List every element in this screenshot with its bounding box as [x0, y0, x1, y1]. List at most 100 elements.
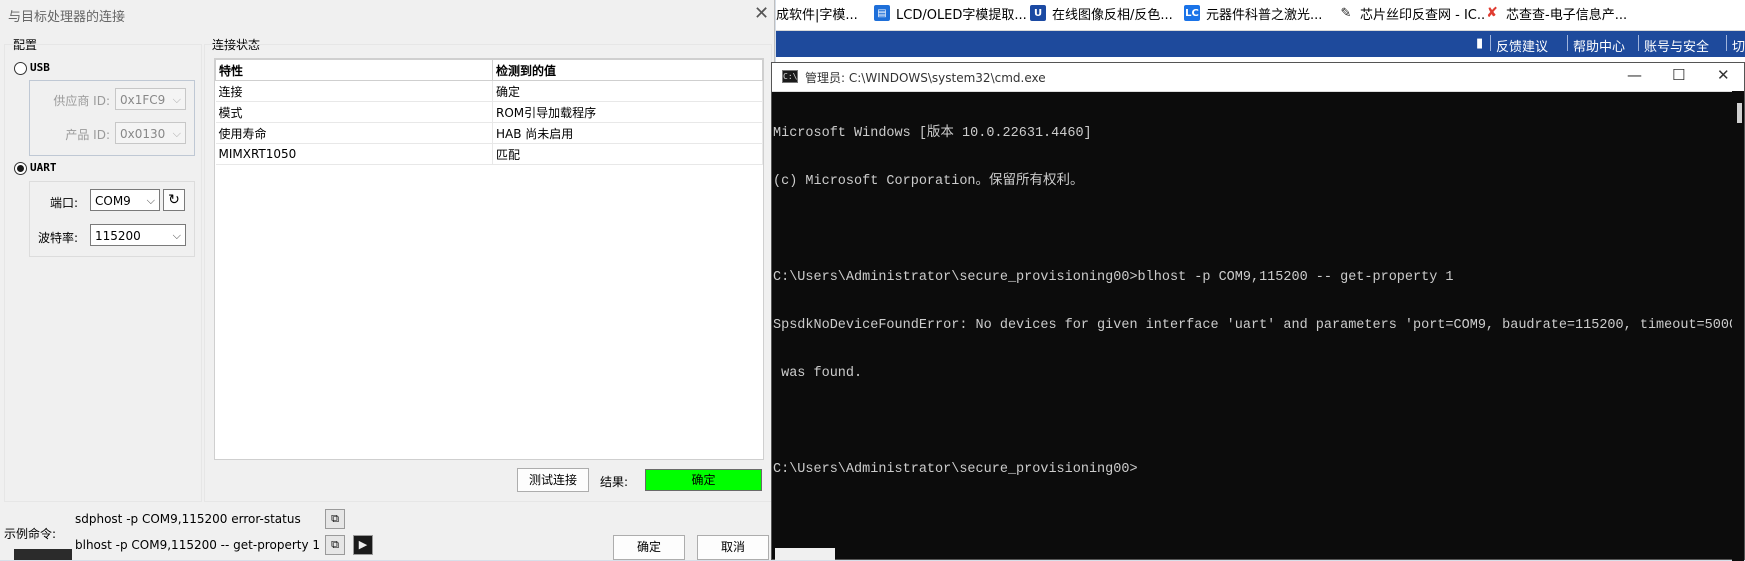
- table-cell: 匹配: [492, 143, 763, 165]
- cancel-button[interactable]: 取消: [697, 535, 769, 560]
- cmd-window-title: 管理员: C:\WINDOWS\system32\cmd.exe: [805, 71, 1046, 85]
- vendor-id-field[interactable]: 0x1FC9 ⌵: [115, 88, 186, 110]
- product-id-label: 产品 ID:: [65, 128, 110, 142]
- result-label: 结果:: [600, 475, 629, 489]
- xinchacha-icon: ✘: [1484, 5, 1500, 21]
- scrollbar[interactable]: [1732, 91, 1744, 561]
- refresh-icon: ↻: [168, 192, 180, 208]
- bookmark-label: LCD/OLED字模提取...: [896, 7, 1027, 23]
- console-line: (c) Microsoft Corporation。保留所有权利。: [773, 174, 1084, 189]
- divider: [1567, 35, 1568, 51]
- port-label: 端口:: [49, 196, 78, 210]
- copy-icon: ⧉: [331, 538, 339, 551]
- dialog-title: 与目标处理器的连接: [8, 10, 126, 25]
- open-terminal-button[interactable]: ▶: [353, 535, 373, 555]
- help-center-link[interactable]: 帮助中心: [1573, 36, 1625, 55]
- column-header: 特性: [215, 59, 493, 81]
- cmd-window[interactable]: C:\ 管理员: C:\WINDOWS\system32\cmd.exe — ☐…: [771, 62, 1745, 561]
- chevron-down-icon: ⌵: [172, 93, 181, 106]
- table-row: 连接 确定: [215, 80, 763, 102]
- scrollbar-thumb[interactable]: [1737, 103, 1742, 123]
- table-row: MIMXRT1050 匹配: [215, 143, 763, 165]
- usb-label: USB: [30, 61, 50, 74]
- ok-button[interactable]: 确定: [613, 535, 685, 560]
- chevron-down-icon: ⌵: [146, 194, 155, 207]
- console-line: C:\Users\Administrator\secure_provisioni…: [773, 462, 1138, 477]
- uart-label: UART: [30, 161, 57, 174]
- bookmark-label: 芯片丝印反查网 - IC...: [1360, 7, 1490, 23]
- lc-site-icon: LC: [1184, 5, 1200, 21]
- test-connection-button[interactable]: 测试连接: [517, 468, 589, 492]
- table-cell: 使用寿命: [215, 122, 493, 144]
- bookmarks-bar: 成软件|字模... ▤ LCD/OLED字模提取... U 在线图像反相/反色.…: [776, 0, 1745, 31]
- feedback-link[interactable]: 反馈建议: [1496, 36, 1548, 55]
- divider: [1490, 35, 1491, 51]
- bookmark-label: 成软件|字模...: [776, 7, 858, 23]
- close-icon[interactable]: ✕: [1717, 66, 1730, 84]
- example-command-2: blhost -p COM9,115200 -- get-property 1: [75, 538, 321, 552]
- port-value: COM9: [95, 194, 131, 208]
- terminal-icon: C:\: [782, 70, 798, 83]
- bookmark-item[interactable]: U 在线图像反相/反色...: [1030, 3, 1173, 23]
- table-cell: HAB 尚未启用: [492, 122, 763, 144]
- status-table: 特性 检测到的值 连接 确定 模式 ROM引导加载程序 使用寿命 HAB 尚未启…: [214, 58, 764, 460]
- table-cell: MIMXRT1050: [215, 143, 493, 165]
- connection-dialog: 与目标处理器的连接 ✕ 配置 USB 供应商 ID: 0x1FC9 ⌵ 产品 I…: [0, 0, 775, 560]
- console-line: was found.: [773, 366, 863, 381]
- table-row: 模式 ROM引导加载程序: [215, 101, 763, 123]
- bookmark-item[interactable]: 成软件|字模...: [776, 3, 858, 23]
- baud-select[interactable]: 115200 ⌵: [90, 224, 186, 246]
- maximize-icon[interactable]: ☐: [1672, 66, 1685, 84]
- taskbar-thumbnail: [14, 549, 72, 560]
- site-nav-bar: ▮ 反馈建议 帮助中心 账号与安全 切换账号: [776, 31, 1745, 57]
- background-window-edge: [775, 548, 835, 560]
- product-id-field[interactable]: 0x0130 ⌵: [115, 122, 186, 144]
- chevron-down-icon: ⌵: [172, 127, 181, 140]
- table-cell: 连接: [215, 80, 493, 102]
- account-security-link[interactable]: 账号与安全: [1644, 36, 1709, 55]
- divider: [1638, 35, 1639, 51]
- console-line: Microsoft Windows [版本 10.0.22631.4460]: [773, 126, 1092, 141]
- baud-value: 115200: [95, 229, 141, 243]
- copy-icon: ⧉: [331, 512, 339, 525]
- bookmark-item[interactable]: ✎ 芯片丝印反查网 - IC...: [1338, 3, 1489, 23]
- vendor-id-value: 0x1FC9: [120, 93, 166, 107]
- bookmark-label: 在线图像反相/反色...: [1052, 7, 1173, 23]
- minimize-icon[interactable]: —: [1627, 66, 1642, 84]
- divider: [1726, 35, 1727, 51]
- product-id-value: 0x0130: [120, 127, 166, 141]
- cmd-titlebar[interactable]: C:\ 管理员: C:\WINDOWS\system32\cmd.exe — ☐…: [772, 63, 1744, 92]
- bookmark-item[interactable]: LC 元器件科普之激光...: [1184, 3, 1322, 23]
- bookmark-label: 元器件科普之激光...: [1206, 7, 1323, 23]
- lcd-site-icon: ▤: [874, 5, 890, 21]
- copy-command-2-button[interactable]: ⧉: [325, 535, 345, 555]
- result-badge: 确定: [645, 469, 762, 491]
- column-header: 检测到的值: [492, 59, 763, 81]
- table-cell: 确定: [492, 80, 763, 102]
- uart-radio[interactable]: [14, 162, 27, 175]
- switch-account-link[interactable]: 切换账号: [1732, 36, 1745, 55]
- close-icon[interactable]: ✕: [754, 3, 769, 24]
- example-command-label: 示例命令:: [4, 527, 57, 541]
- table-row: 使用寿命 HAB 尚未启用: [215, 122, 763, 144]
- usb-radio[interactable]: [14, 62, 27, 75]
- table-cell: ROM引导加载程序: [492, 101, 763, 123]
- console-line: SpsdkNoDeviceFoundError: No devices for …: [773, 318, 1745, 333]
- chevron-down-icon: ⌵: [172, 229, 181, 242]
- console-line: C:\Users\Administrator\secure_provisioni…: [773, 270, 1454, 285]
- table-header-row: 特性 检测到的值: [215, 59, 763, 81]
- example-command-1: sdphost -p COM9,115200 error-status: [75, 512, 301, 526]
- table-cell: 模式: [215, 101, 493, 123]
- console-output[interactable]: Microsoft Windows [版本 10.0.22631.4460] (…: [773, 94, 1745, 510]
- vendor-id-label: 供应商 ID:: [53, 94, 110, 108]
- refresh-ports-button[interactable]: ↻: [163, 189, 185, 211]
- bookmark-label: 芯查查-电子信息产...: [1506, 7, 1628, 23]
- port-select[interactable]: COM9 ⌵: [90, 189, 160, 211]
- baud-label: 波特率:: [37, 231, 78, 245]
- bookmark-item[interactable]: ▤ LCD/OLED字模提取...: [874, 3, 1027, 23]
- document-icon: ▮: [1476, 36, 1484, 51]
- copy-command-1-button[interactable]: ⧉: [325, 509, 345, 529]
- bookmark-item[interactable]: ✘ 芯查查-电子信息产...: [1484, 3, 1627, 23]
